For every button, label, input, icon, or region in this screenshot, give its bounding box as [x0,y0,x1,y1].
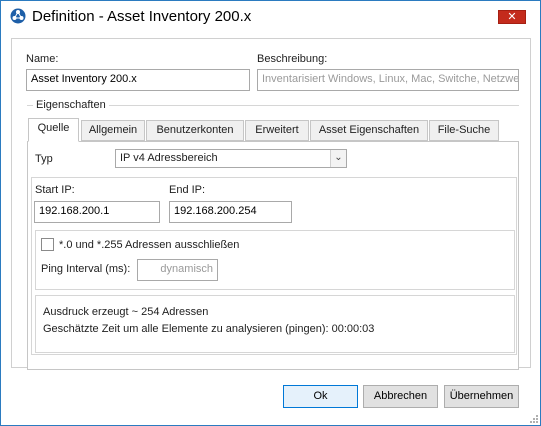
tab-asset-eigenschaften[interactable]: Asset Eigenschaften [310,120,428,141]
title-bar[interactable]: Definition - Asset Inventory 200.x ✕ [1,1,540,32]
ok-button[interactable]: Ok [283,385,358,408]
tab-benutzerkonten[interactable]: Benutzerkonten [146,120,244,141]
tab-erweitert[interactable]: Erweitert [245,120,309,141]
type-select[interactable]: IP v4 Adressbereich ⌄ [115,149,347,168]
exclude-checkbox[interactable] [41,238,54,251]
description-field[interactable]: Inventarisiert Windows, Linux, Mac, Swit… [257,69,519,91]
end-ip-field[interactable]: 192.168.200.254 [169,201,292,223]
chevron-down-icon[interactable]: ⌄ [330,150,346,167]
group-title: Eigenschaften [33,99,109,111]
description-label: Beschreibung: [257,53,328,65]
exclude-label: *.0 und *.255 Adressen ausschließen [59,239,240,251]
window-title: Definition - Asset Inventory 200.x [32,8,252,25]
tab-allgemein[interactable]: Allgemein [81,120,145,141]
tab-file-suche[interactable]: File-Suche [429,120,499,141]
cancel-button[interactable]: Abbrechen [363,385,438,408]
name-field[interactable]: Asset Inventory 200.x [26,69,250,91]
type-select-value: IP v4 Adressbereich [120,152,218,164]
close-icon: ✕ [507,11,517,23]
name-label: Name: [26,53,59,65]
dialog-window: Definition - Asset Inventory 200.x ✕ Nam… [0,0,541,426]
summary-line-addresses: Ausdruck erzeugt ~ 254 Adressen [43,306,209,318]
start-ip-label: Start IP: [35,184,75,196]
app-icon [10,8,26,24]
ping-interval-label: Ping Interval (ms): [41,263,131,275]
close-button[interactable]: ✕ [498,10,526,24]
apply-button[interactable]: Übernehmen [444,385,519,408]
end-ip-label: End IP: [169,184,206,196]
start-ip-field[interactable]: 192.168.200.1 [34,201,160,223]
ping-interval-field[interactable]: dynamisch [137,259,218,281]
summary-line-time: Geschätzte Zeit um alle Elemente zu anal… [43,323,375,335]
tab-quelle[interactable]: Quelle [28,118,79,142]
resize-grip-icon[interactable] [528,413,538,423]
type-label: Typ [35,153,53,165]
